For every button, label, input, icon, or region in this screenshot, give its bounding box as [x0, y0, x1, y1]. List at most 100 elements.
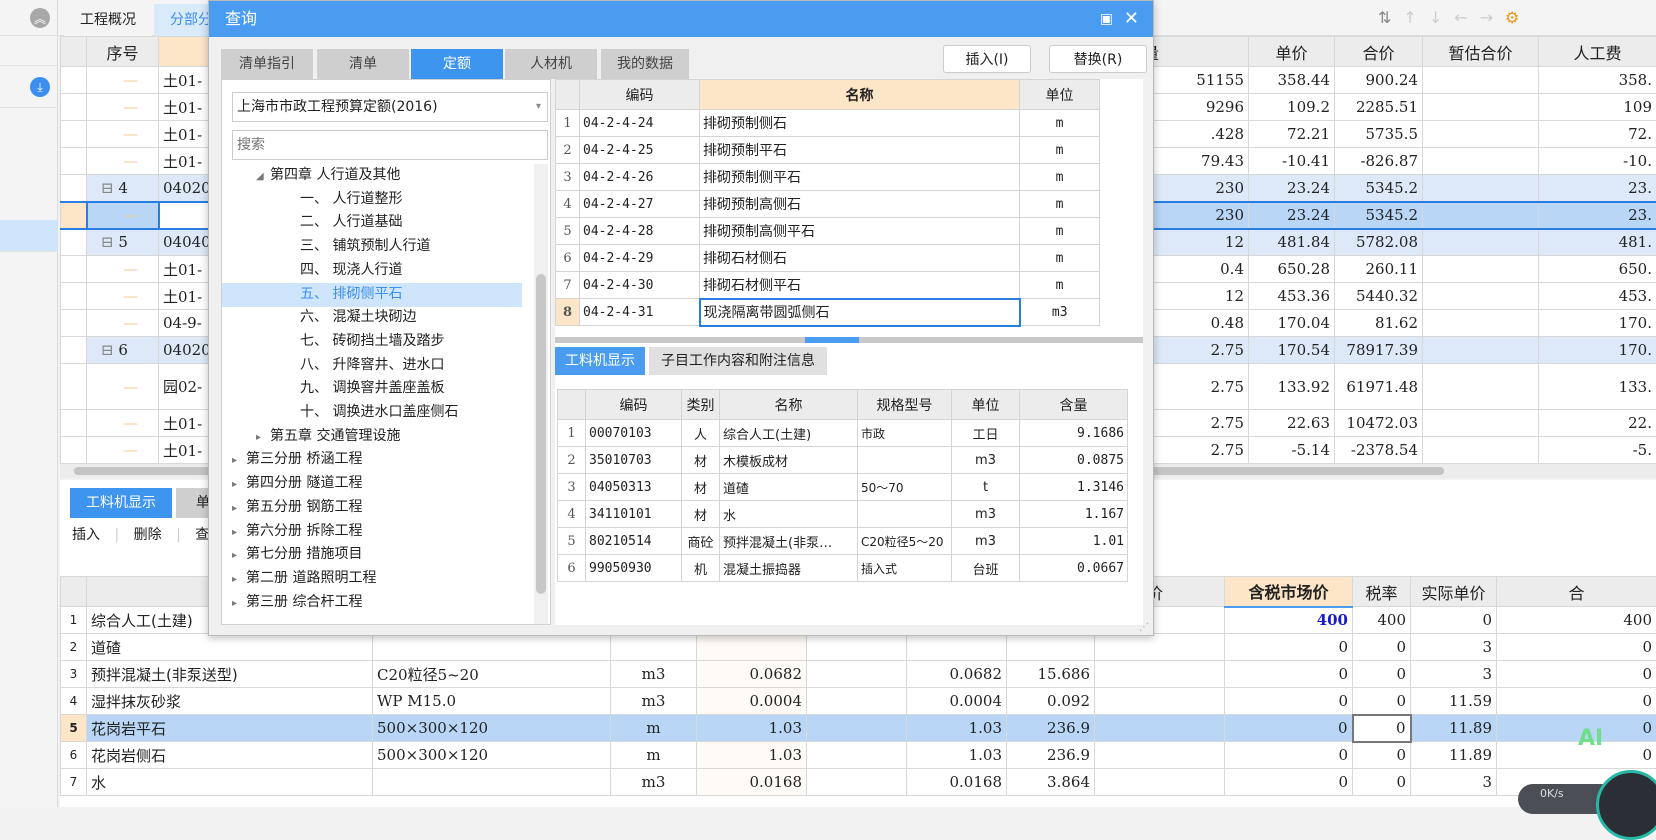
- unit-price-cell[interactable]: 650.28: [1249, 256, 1335, 283]
- tree-item[interactable]: 三、 铺筑预制人行道: [222, 235, 522, 259]
- table-row[interactable]: 104-2-4-24排砌预制侧石m: [556, 110, 1100, 137]
- tab-resource-display[interactable]: 工料机显示: [70, 488, 172, 518]
- amount-cell[interactable]: 15.686: [1007, 661, 1095, 688]
- empty-cell[interactable]: [807, 688, 907, 715]
- res-code-cell[interactable]: 80210514: [586, 528, 682, 555]
- sort-icon[interactable]: ⇅: [1378, 8, 1403, 27]
- quota-unit-cell[interactable]: m: [1020, 191, 1100, 218]
- unit-price-cell[interactable]: 481.84: [1249, 229, 1335, 256]
- res-type-cell[interactable]: 材: [682, 474, 720, 501]
- est-total-cell[interactable]: [1423, 256, 1539, 283]
- qty-cell[interactable]: 12: [1139, 229, 1249, 256]
- excl-cell[interactable]: 0: [1225, 688, 1353, 715]
- qty-cell[interactable]: 51155: [1139, 67, 1249, 94]
- quota-name-cell[interactable]: 排砌预制高侧石: [700, 191, 1020, 218]
- tree-item[interactable]: ▸第五分册 钢筋工程: [222, 496, 522, 520]
- unit-cell[interactable]: m3: [611, 688, 697, 715]
- spec-cell[interactable]: [373, 634, 611, 661]
- incl-cell[interactable]: 0: [1353, 634, 1411, 661]
- est-total-cell[interactable]: [1423, 337, 1539, 364]
- empty-cell[interactable]: [1095, 634, 1225, 661]
- col-tax-incl-market[interactable]: 含税市场价: [1225, 577, 1353, 607]
- col-res-code[interactable]: 编码: [586, 390, 682, 420]
- quota-code-cell[interactable]: 04-2-4-24: [580, 110, 700, 137]
- total-cell[interactable]: -2378.54: [1335, 437, 1423, 464]
- unit-price-cell[interactable]: 22.63: [1249, 410, 1335, 437]
- unit-price-cell[interactable]: 453.36: [1249, 283, 1335, 310]
- labor-cell[interactable]: 481.: [1539, 229, 1656, 256]
- collapse-icon[interactable]: ⊟: [101, 341, 118, 359]
- name-cell[interactable]: 花岗岩平石: [87, 715, 373, 742]
- amount-cell[interactable]: 236.9: [1007, 715, 1095, 742]
- res-code-cell[interactable]: 99050930: [586, 555, 682, 582]
- maximize-icon[interactable]: ▣: [1100, 1, 1113, 37]
- move-left-icon[interactable]: ←: [1454, 8, 1479, 27]
- excl-cell[interactable]: 0: [1225, 769, 1353, 796]
- unit-price-cell[interactable]: 170.04: [1249, 310, 1335, 337]
- qty-cell[interactable]: 2.75: [1139, 437, 1249, 464]
- empty-cell[interactable]: [807, 742, 907, 769]
- res-type-cell[interactable]: 材: [682, 447, 720, 474]
- unit-price-cell[interactable]: -5.14: [1249, 437, 1335, 464]
- collapsed-arrow-icon[interactable]: ▸: [232, 473, 246, 497]
- est-total-cell[interactable]: [1423, 364, 1539, 410]
- res-code-cell[interactable]: 34110101: [586, 501, 682, 528]
- res-unit-cell[interactable]: m3: [952, 501, 1020, 528]
- unit-cell[interactable]: [611, 634, 697, 661]
- collapse-up-icon[interactable]: ︽: [30, 8, 50, 28]
- tab-my-data[interactable]: 我的数据: [601, 49, 689, 79]
- est-total-cell[interactable]: [1423, 410, 1539, 437]
- excl-cell[interactable]: 0: [1225, 634, 1353, 661]
- move-down-icon[interactable]: ↓: [1429, 8, 1454, 27]
- quota-name-cell[interactable]: 现浇隔离带圆弧侧石: [700, 299, 1020, 326]
- amount-cell[interactable]: [1007, 634, 1095, 661]
- move-right-icon[interactable]: →: [1480, 8, 1505, 27]
- col-tax-rate[interactable]: 税率: [1353, 577, 1411, 607]
- quota-code-cell[interactable]: 04-2-4-31: [580, 299, 700, 326]
- est-total-cell[interactable]: [1423, 67, 1539, 94]
- res-unit-cell[interactable]: 工日: [952, 420, 1020, 447]
- res-type-cell[interactable]: 材: [682, 501, 720, 528]
- col-res-qty[interactable]: 含量: [1020, 390, 1128, 420]
- total-cell[interactable]: -826.87: [1335, 148, 1423, 175]
- labor-cell[interactable]: 133.: [1539, 364, 1656, 410]
- seq-cell[interactable]: —: [87, 410, 159, 437]
- res-name-cell[interactable]: 综合人工(土建): [720, 420, 858, 447]
- qty-cell[interactable]: 2.75: [1139, 337, 1249, 364]
- seq-cell[interactable]: —: [87, 94, 159, 121]
- rate-cell[interactable]: 11.89: [1411, 742, 1497, 769]
- empty-cell[interactable]: [807, 634, 907, 661]
- unit-price-cell[interactable]: 23.24: [1249, 202, 1335, 229]
- tree-item[interactable]: ▸第七分册 措施项目: [222, 543, 522, 567]
- est-total-cell[interactable]: [1423, 229, 1539, 256]
- empty-cell[interactable]: [807, 769, 907, 796]
- quota-name-cell[interactable]: 排砌预制侧石: [700, 110, 1020, 137]
- qty-cell[interactable]: 230: [1139, 202, 1249, 229]
- labor-cell[interactable]: 170.: [1539, 310, 1656, 337]
- tab-overview[interactable]: 工程概况: [64, 4, 152, 36]
- spec-cell[interactable]: 500×300×120: [373, 742, 611, 769]
- rate-cell[interactable]: 11.59: [1411, 688, 1497, 715]
- seq-cell[interactable]: —: [87, 310, 159, 337]
- seq-cell[interactable]: ⊟ 4: [87, 175, 159, 202]
- res-spec-cell[interactable]: [858, 447, 952, 474]
- est-total-cell[interactable]: [1423, 175, 1539, 202]
- empty-cell[interactable]: [1095, 688, 1225, 715]
- table-row[interactable]: 404-2-4-27排砌预制高侧石m: [556, 191, 1100, 218]
- empty-cell[interactable]: [1095, 742, 1225, 769]
- excl-cell[interactable]: 400: [1225, 607, 1353, 634]
- col-est-total[interactable]: 暂估合价: [1423, 37, 1539, 67]
- res-code-cell[interactable]: 35010703: [586, 447, 682, 474]
- table-row[interactable]: 100070103人综合人工(土建)市政工日9.1686: [558, 420, 1128, 447]
- collapsed-arrow-icon[interactable]: ▸: [256, 426, 270, 450]
- res-name-cell[interactable]: 预拌混凝土(非泵…: [720, 528, 858, 555]
- unit-price-cell[interactable]: 133.92: [1249, 364, 1335, 410]
- col-unit-price[interactable]: 单价: [1249, 37, 1335, 67]
- quota-unit-cell[interactable]: m: [1020, 137, 1100, 164]
- name-cell[interactable]: 预拌混凝土(非泵送型): [87, 661, 373, 688]
- qty-cell[interactable]: .428: [1139, 121, 1249, 148]
- table-row[interactable]: 804-2-4-31现浇隔离带圆弧侧石m3: [556, 299, 1100, 326]
- seq-cell[interactable]: —: [87, 364, 159, 410]
- tree-item[interactable]: 二、 人行道基础: [222, 211, 522, 235]
- quota-name-cell[interactable]: 排砌石材侧石: [700, 245, 1020, 272]
